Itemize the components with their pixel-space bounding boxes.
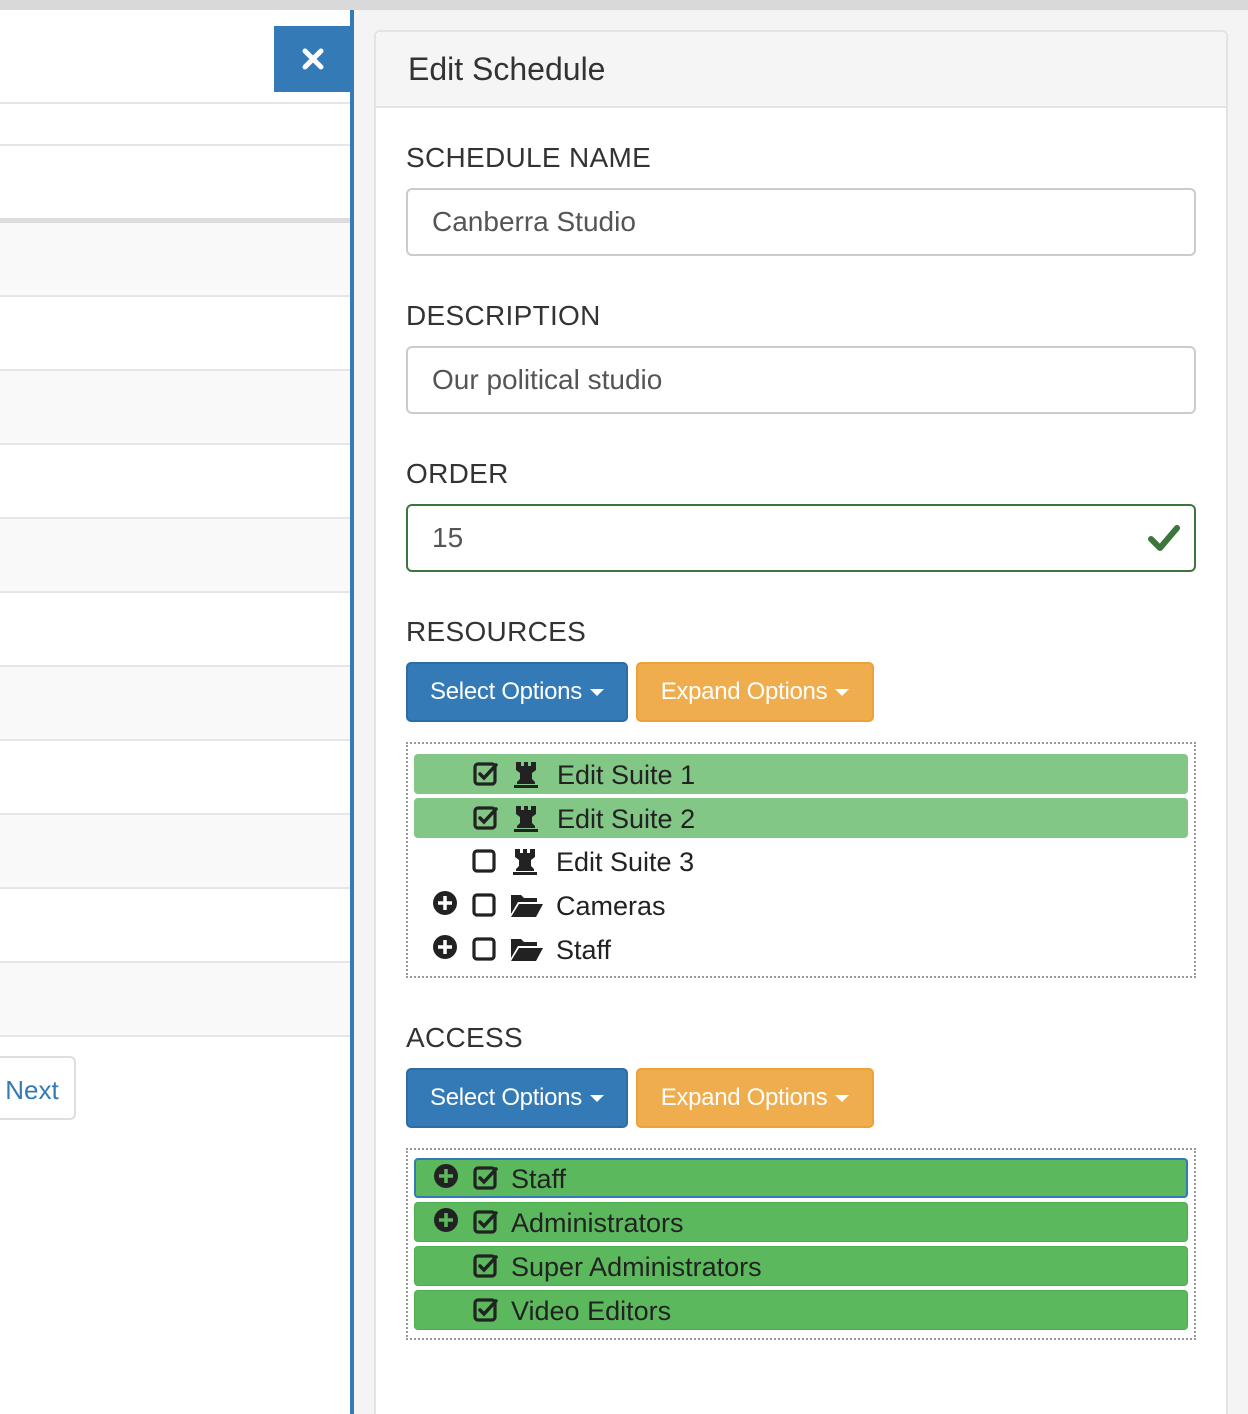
close-icon <box>302 48 324 70</box>
access-select-options-button[interactable]: Select Options <box>406 1068 628 1128</box>
rook-icon <box>514 806 538 832</box>
order-input[interactable]: 15 <box>406 504 1196 572</box>
checked-box-icon[interactable] <box>473 1253 499 1279</box>
unchecked-box-icon[interactable] <box>472 848 498 874</box>
checked-box-icon[interactable] <box>473 805 499 831</box>
list-row <box>0 144 350 220</box>
resource-item-label: Cameras <box>556 891 666 921</box>
list-row <box>0 961 350 1035</box>
resources-expand-options-button[interactable]: Expand Options <box>636 662 874 722</box>
resource-item-cameras[interactable]: Cameras <box>414 886 1188 926</box>
list-row <box>0 665 350 739</box>
access-item-label: Staff <box>511 1164 567 1194</box>
next-page-button[interactable]: Next <box>0 1056 76 1120</box>
resource-item-label: Staff <box>556 935 612 965</box>
access-item-staff[interactable]: Staff <box>414 1158 1188 1198</box>
schedule-name-input[interactable]: Canberra Studio <box>406 188 1196 256</box>
rook-icon <box>513 849 537 875</box>
resources-select-options-label: Select Options <box>430 678 582 705</box>
resource-item-edit-suite-3[interactable]: Edit Suite 3 <box>414 842 1188 882</box>
description-value: Our political studio <box>432 364 663 395</box>
list-row <box>0 591 350 665</box>
list-row <box>0 739 350 813</box>
checked-box-icon[interactable] <box>473 761 499 787</box>
list-row <box>0 102 350 146</box>
access-item-label: Super Administrators <box>511 1252 762 1282</box>
access-expand-options-label: Expand Options <box>660 1084 828 1111</box>
checked-box-icon[interactable] <box>473 1209 499 1235</box>
description-label: DESCRIPTION <box>406 300 601 331</box>
close-button[interactable] <box>274 26 352 92</box>
access-label: ACCESS <box>406 1022 523 1053</box>
schedule-name-value: Canberra Studio <box>432 206 636 237</box>
resource-item-label: Edit Suite 1 <box>557 760 696 790</box>
rook-icon <box>514 762 538 788</box>
list-row <box>0 1035 350 1041</box>
resources-label: RESOURCES <box>406 616 587 647</box>
list-row <box>0 218 350 295</box>
check-icon <box>1148 525 1180 551</box>
panel-title: Edit Schedule <box>408 50 606 87</box>
checked-box-icon[interactable] <box>473 1165 499 1191</box>
access-item-label: Video Editors <box>511 1296 672 1326</box>
list-row <box>0 369 350 443</box>
resource-item-staff[interactable]: Staff <box>414 930 1188 970</box>
access-select-options-label: Select Options <box>430 1084 582 1111</box>
plus-circle-icon[interactable] <box>432 890 458 916</box>
folder-open-icon <box>511 939 543 961</box>
plus-circle-icon[interactable] <box>433 1163 459 1189</box>
unchecked-box-icon[interactable] <box>472 892 498 918</box>
list-row <box>0 443 350 517</box>
plus-circle-icon[interactable] <box>432 934 458 960</box>
resource-item-label: Edit Suite 3 <box>556 847 695 877</box>
resource-item-label: Edit Suite 2 <box>557 804 696 834</box>
access-item-super-administrators[interactable]: Super Administrators <box>414 1246 1188 1286</box>
access-tree: Staff Administrators Super Administrator… <box>406 1148 1196 1340</box>
schedule-name-label: SCHEDULE NAME <box>406 142 652 173</box>
resources-select-options-button[interactable]: Select Options <box>406 662 628 722</box>
access-item-label: Administrators <box>511 1208 684 1238</box>
order-value: 15 <box>432 522 464 553</box>
caret-down-icon <box>589 1094 604 1102</box>
list-row <box>0 295 350 369</box>
top-bar <box>0 0 1248 10</box>
caret-down-icon <box>835 1094 850 1102</box>
unchecked-box-icon[interactable] <box>472 936 498 962</box>
access-item-administrators[interactable]: Administrators <box>414 1202 1188 1242</box>
panel-header: Edit Schedule <box>376 32 1226 108</box>
folder-open-icon <box>511 895 543 917</box>
caret-down-icon <box>835 688 850 696</box>
list-row <box>0 517 350 591</box>
caret-down-icon <box>589 688 604 696</box>
resource-item-edit-suite-1[interactable]: Edit Suite 1 <box>414 754 1188 794</box>
checked-box-icon[interactable] <box>473 1297 499 1323</box>
order-label: ORDER <box>406 458 509 489</box>
description-input[interactable]: Our political studio <box>406 346 1196 414</box>
list-row <box>0 813 350 887</box>
plus-circle-icon[interactable] <box>433 1207 459 1233</box>
resource-item-edit-suite-2[interactable]: Edit Suite 2 <box>414 798 1188 838</box>
resources-tree: Edit Suite 1 Edit Suite 2 Edit Suite 3 C… <box>406 742 1196 978</box>
background-list: Next <box>0 10 350 1414</box>
access-expand-options-button[interactable]: Expand Options <box>636 1068 874 1128</box>
list-row <box>0 887 350 961</box>
resources-expand-options-label: Expand Options <box>660 678 828 705</box>
access-item-video-editors[interactable]: Video Editors <box>414 1290 1188 1330</box>
